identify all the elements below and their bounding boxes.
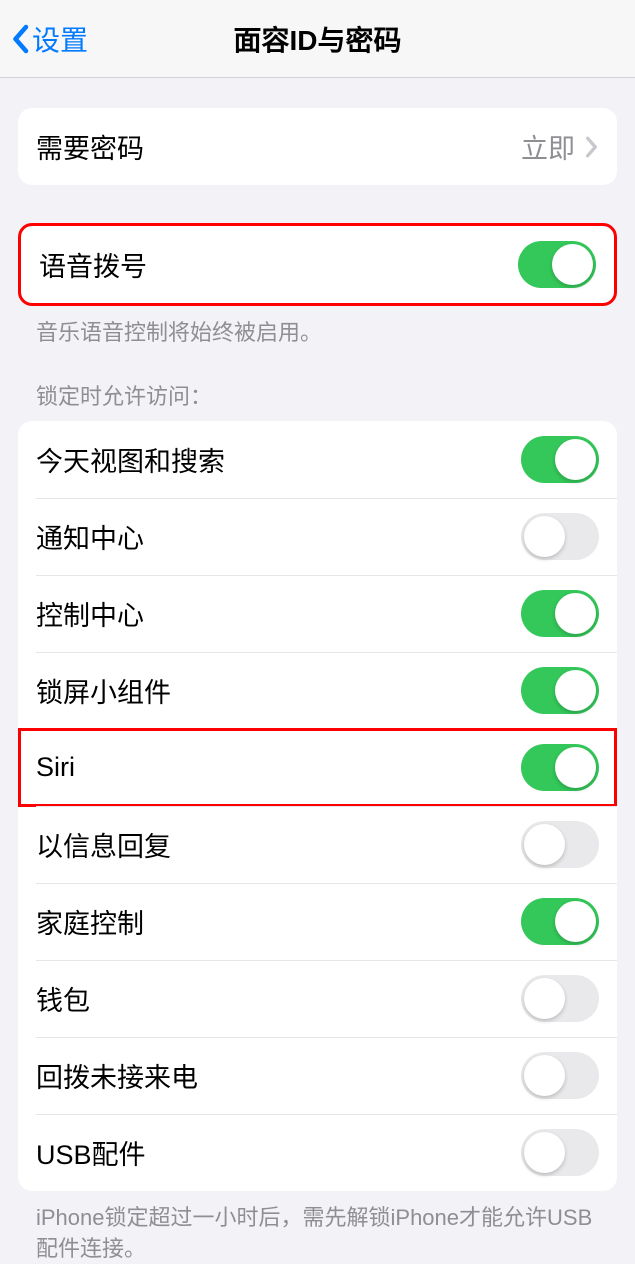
locked-access-label: 以信息回复 <box>36 825 171 864</box>
locked-access-switch[interactable] <box>521 975 599 1022</box>
locked-access-label: 控制中心 <box>36 594 144 633</box>
locked-access-switch[interactable] <box>521 744 599 791</box>
voice-dial-group: 语音拨号 <box>18 223 617 306</box>
voice-dial-footer: 音乐语音控制将始终被启用。 <box>18 306 617 349</box>
locked-access-row: 今天视图和搜索 <box>18 421 617 498</box>
locked-access-switch[interactable] <box>521 590 599 637</box>
locked-access-label: 今天视图和搜索 <box>36 440 225 479</box>
locked-access-row: Siri <box>18 729 617 806</box>
require-passcode-label: 需要密码 <box>36 127 144 166</box>
back-chevron-icon <box>10 24 30 54</box>
locked-access-header: 锁定时允许访问： <box>18 349 617 421</box>
locked-access-row: 家庭控制 <box>18 883 617 960</box>
locked-access-label: USB配件 <box>36 1133 146 1172</box>
back-label: 设置 <box>32 19 88 59</box>
locked-access-row: 回拨未接来电 <box>18 1037 617 1114</box>
locked-access-label: Siri <box>36 752 75 783</box>
locked-access-switch[interactable] <box>521 436 599 483</box>
locked-access-switch[interactable] <box>521 821 599 868</box>
require-passcode-row[interactable]: 需要密码 立即 <box>18 108 617 185</box>
page-title: 面容ID与密码 <box>0 19 635 59</box>
chevron-right-icon <box>585 136 599 158</box>
locked-access-row: 通知中心 <box>18 498 617 575</box>
voice-dial-row: 语音拨号 <box>21 226 614 303</box>
locked-access-label: 通知中心 <box>36 517 144 556</box>
locked-access-row: 锁屏小组件 <box>18 652 617 729</box>
locked-access-row: 控制中心 <box>18 575 617 652</box>
voice-dial-label: 语音拨号 <box>39 245 147 284</box>
locked-access-row: 钱包 <box>18 960 617 1037</box>
nav-bar: 设置 面容ID与密码 <box>0 0 635 78</box>
locked-access-label: 回拨未接来电 <box>36 1056 198 1095</box>
locked-access-switch[interactable] <box>521 1052 599 1099</box>
locked-access-switch[interactable] <box>521 1129 599 1176</box>
locked-access-switch[interactable] <box>521 667 599 714</box>
require-passcode-value: 立即 <box>521 127 575 166</box>
locked-access-switch[interactable] <box>521 513 599 560</box>
voice-dial-switch[interactable] <box>518 241 596 288</box>
passcode-group: 需要密码 立即 <box>18 108 617 185</box>
locked-access-footer: iPhone锁定超过一小时后，需先解锁iPhone才能允许USB配件连接。 <box>18 1191 617 1264</box>
locked-access-group: 今天视图和搜索通知中心控制中心锁屏小组件 Siri 以信息回复家庭控制钱包回拨未接来… <box>18 421 617 1191</box>
locked-access-label: 锁屏小组件 <box>36 671 171 710</box>
back-button[interactable]: 设置 <box>10 19 88 59</box>
locked-access-row: USB配件 <box>18 1114 617 1191</box>
locked-access-label: 家庭控制 <box>36 902 144 941</box>
locked-access-label: 钱包 <box>36 979 90 1018</box>
locked-access-row: 以信息回复 <box>18 806 617 883</box>
locked-access-switch[interactable] <box>521 898 599 945</box>
